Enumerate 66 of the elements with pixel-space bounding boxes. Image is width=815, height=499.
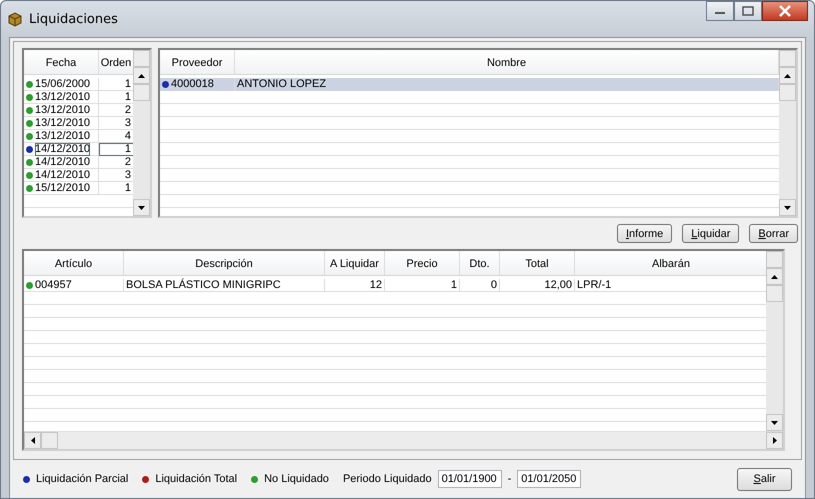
column-header[interactable]: Artículo — [24, 251, 124, 275]
table-cell[interactable]: 12,00 — [500, 279, 575, 292]
maximize-button[interactable] — [734, 1, 762, 21]
legend-label: Liquidación Parcial — [36, 473, 128, 485]
legend-label: Liquidación Total — [155, 473, 238, 485]
column-header[interactable]: Precio — [385, 251, 460, 275]
scroll-thumb[interactable] — [779, 84, 796, 101]
separator-text: - — [508, 473, 512, 485]
scroll-up-button[interactable] — [133, 67, 150, 84]
down-arrow-icon — [771, 420, 778, 424]
vertical-scrollbar[interactable] — [779, 50, 796, 216]
table-cell[interactable]: 1 — [385, 279, 460, 292]
legend-label: No Liquidado — [264, 473, 329, 485]
scroll-down-button[interactable] — [766, 414, 783, 431]
table-cell[interactable]: 4000018 — [160, 78, 235, 91]
scroll-right-button[interactable] — [766, 432, 783, 449]
table-cell[interactable]: 14/12/2010 — [24, 169, 99, 182]
scroll-thumb[interactable] — [766, 285, 783, 302]
scroll-left-button[interactable] — [24, 432, 41, 449]
table-cell[interactable]: 13/12/2010 — [24, 91, 99, 104]
up-arrow-icon — [771, 274, 778, 278]
scroll-down-button[interactable] — [779, 199, 796, 216]
table-cell[interactable]: 004957 — [24, 279, 124, 292]
vertical-scrollbar[interactable] — [133, 50, 150, 216]
up-arrow-icon — [138, 74, 145, 78]
column-header[interactable]: Proveedor — [160, 50, 235, 74]
table-cell[interactable]: 15/12/2010 — [24, 182, 99, 195]
scroll-thumb[interactable] — [133, 84, 150, 101]
column-header[interactable]: A Liquidar — [325, 251, 385, 275]
horizontal-scrollbar[interactable] — [24, 431, 783, 449]
vertical-scrollbar[interactable] — [766, 251, 783, 431]
down-arrow-icon — [138, 206, 145, 210]
exit-button[interactable]: Salir — [737, 468, 792, 490]
column-header[interactable]: Total — [500, 251, 575, 275]
scroll-down-button[interactable] — [133, 199, 150, 216]
up-arrow-icon — [784, 74, 791, 78]
table-cell[interactable]: 13/12/2010 — [24, 117, 99, 130]
column-header[interactable]: Dto. — [460, 251, 500, 275]
column-header[interactable]: Descripción — [124, 251, 325, 275]
close-icon — [778, 5, 792, 17]
scroll-up-button[interactable] — [779, 67, 796, 84]
table-cell[interactable]: 15/06/2000 — [24, 78, 99, 91]
table-cell[interactable]: 14/12/2010 — [24, 156, 99, 169]
table-cell[interactable]: 14/12/2010 — [24, 143, 99, 156]
date-field[interactable]: 01/01/1900 — [438, 470, 502, 488]
date-field[interactable]: 01/01/2050 — [517, 470, 582, 488]
right-arrow-icon — [772, 437, 776, 444]
table-cell[interactable]: 12 — [325, 279, 385, 292]
window-title: Liquidaciones — [29, 12, 118, 26]
action-button[interactable]: Informe — [616, 224, 672, 243]
table-cell[interactable]: 13/12/2010 — [24, 104, 99, 117]
left-arrow-icon — [30, 437, 34, 444]
action-button[interactable]: Liquidar — [682, 224, 740, 243]
scroll-up-button[interactable] — [766, 268, 783, 285]
table-cell[interactable]: BOLSA PLÁSTICO MINIGRIPC — [124, 279, 325, 292]
table-cell[interactable]: 0 — [460, 279, 500, 292]
minimize-button[interactable] — [706, 1, 734, 21]
close-button[interactable] — [762, 1, 808, 21]
maximize-icon — [741, 6, 755, 16]
period-label: Periodo Liquidado — [342, 473, 432, 485]
table-cell[interactable]: 13/12/2010 — [24, 130, 99, 143]
box-icon — [7, 11, 23, 27]
action-button[interactable]: Borrar — [749, 224, 798, 243]
scroll-thumb[interactable] — [41, 432, 58, 449]
down-arrow-icon — [784, 206, 791, 210]
column-header[interactable]: Fecha — [24, 50, 99, 74]
